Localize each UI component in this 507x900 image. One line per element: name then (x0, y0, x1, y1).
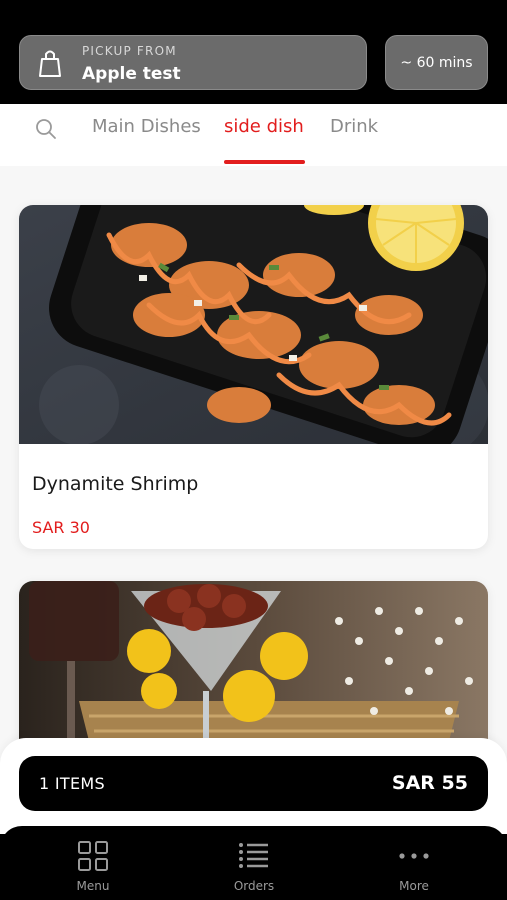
pickup-label: PICKUP FROM (82, 44, 177, 58)
list-icon (239, 843, 268, 868)
nav-more[interactable]: More (349, 826, 479, 900)
shopping-bag-icon (39, 50, 61, 77)
tab-main-dishes[interactable]: Main Dishes (92, 116, 201, 137)
cart-total: SAR 55 (391, 772, 468, 794)
eta-button[interactable]: ~ 60 mins (385, 35, 488, 90)
dish-price: SAR 30 (32, 518, 90, 537)
nav-more-label: More (399, 879, 429, 893)
nav-orders-label: Orders (233, 879, 275, 893)
nav-menu[interactable]: Menu (28, 826, 158, 900)
grid-icon (78, 841, 108, 871)
bottom-navigation: Menu Orders More (0, 826, 507, 900)
tab-side-dish[interactable]: side dish (224, 116, 304, 137)
cart-item-count: 1 ITEMS (39, 774, 105, 793)
nav-orders[interactable]: Orders (189, 826, 319, 900)
more-icon (399, 853, 429, 859)
pickup-location: Apple test (82, 64, 181, 84)
top-header: PICKUP FROM Apple test ~ 60 mins (0, 0, 507, 104)
search-icon[interactable] (35, 118, 57, 140)
dish-image (19, 205, 488, 444)
menu-content: Main Dishes side dish Drink Dynamite Shr… (0, 104, 507, 834)
dish-name: Dynamite Shrimp (32, 473, 199, 495)
nav-menu-label: Menu (76, 879, 110, 893)
pickup-location-button[interactable]: PICKUP FROM Apple test (19, 35, 367, 90)
view-cart-button[interactable]: 1 ITEMS SAR 55 (19, 756, 488, 811)
tab-drink[interactable]: Drink (330, 116, 378, 137)
category-tabs: Main Dishes side dish Drink (0, 104, 507, 166)
active-tab-indicator (224, 160, 305, 164)
menu-item-card[interactable]: Dynamite Shrimp SAR 30 (19, 205, 488, 549)
